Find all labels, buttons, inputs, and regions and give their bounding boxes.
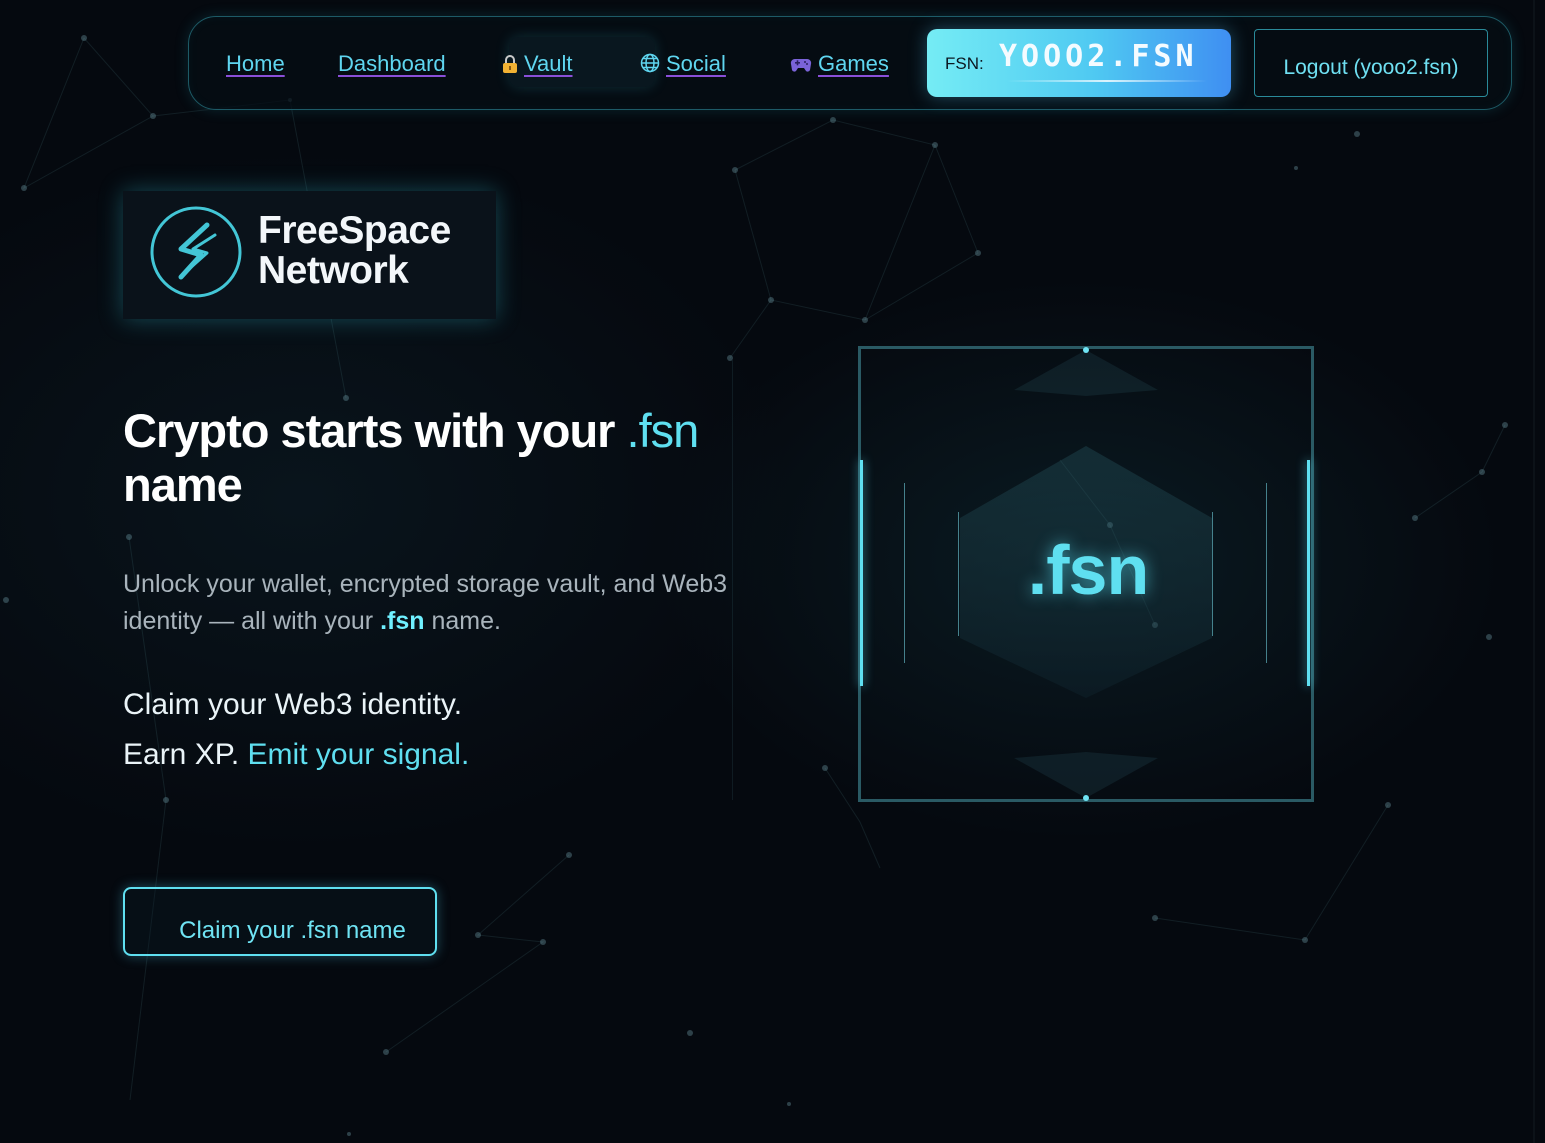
globe-icon: [640, 53, 660, 79]
nav-dashboard-link[interactable]: Dashboard: [338, 51, 446, 77]
gamepad-icon: [790, 53, 812, 79]
headline-accent: .fsn: [626, 404, 700, 457]
logout-button[interactable]: Logout (yooo2.fsn): [1254, 29, 1488, 97]
nav-dashboard-label: Dashboard: [338, 51, 446, 76]
frame-line-left-outer: [904, 483, 905, 663]
headline-part1: Crypto starts with your: [123, 404, 615, 457]
nav-vault-link[interactable]: Vault: [502, 51, 573, 79]
frame-line-right-outer: [1266, 483, 1267, 663]
claim-fsn-name-button[interactable]: Claim your .fsn name: [123, 887, 437, 956]
fsn-prefix-label: FSN:: [945, 54, 984, 73]
frame-glow-left: [860, 460, 863, 686]
hero-headline: Crypto starts with your .fsn name: [123, 404, 763, 512]
fsn-name-underline: [1007, 80, 1207, 82]
fsn-center-label: .fsn: [1027, 531, 1149, 609]
frame-line-right-inner: [1212, 512, 1213, 636]
hero-subtext: Unlock your wallet, encrypted storage va…: [123, 566, 743, 640]
nav-social-link[interactable]: Social: [640, 51, 726, 79]
headline-part2: name: [123, 458, 243, 511]
frame-line-left-inner: [958, 512, 959, 636]
tagline-emit-signal: Emit your signal.: [247, 738, 470, 771]
brand-name-line2: Network: [258, 249, 409, 292]
freespace-logo: FreeSpace Network: [123, 191, 496, 319]
freespace-logo-mark-icon: [150, 206, 242, 298]
nav-social-label: Social: [666, 51, 726, 76]
hero-tagline: Claim your Web3 identity. Earn XP. Emit …: [123, 680, 469, 780]
window-edge: [1533, 0, 1535, 1143]
subtext-highlight: .fsn: [380, 607, 425, 635]
nav-games-label: Games: [818, 51, 889, 76]
frame-glow-right: [1307, 460, 1310, 686]
tagline-line1: Claim your Web3 identity.: [123, 688, 463, 721]
fsn-identity-badge[interactable]: FSN: YOOO2.FSN: [927, 29, 1231, 97]
fsn-username: YOOO2.FSN: [999, 39, 1198, 74]
nav-games-link[interactable]: Games: [790, 51, 889, 79]
lock-icon: [502, 53, 518, 79]
nav-home-link[interactable]: Home: [226, 51, 285, 77]
nav-home-label: Home: [226, 51, 285, 76]
section-divider: [732, 360, 733, 800]
tagline-earn-xp: Earn XP.: [123, 738, 240, 771]
nav-vault-label: Vault: [524, 51, 573, 76]
subtext-part2: name.: [431, 607, 501, 635]
brand-name-line1: FreeSpace: [258, 209, 451, 252]
subtext-part1: Unlock your wallet, encrypted storage va…: [123, 570, 728, 635]
